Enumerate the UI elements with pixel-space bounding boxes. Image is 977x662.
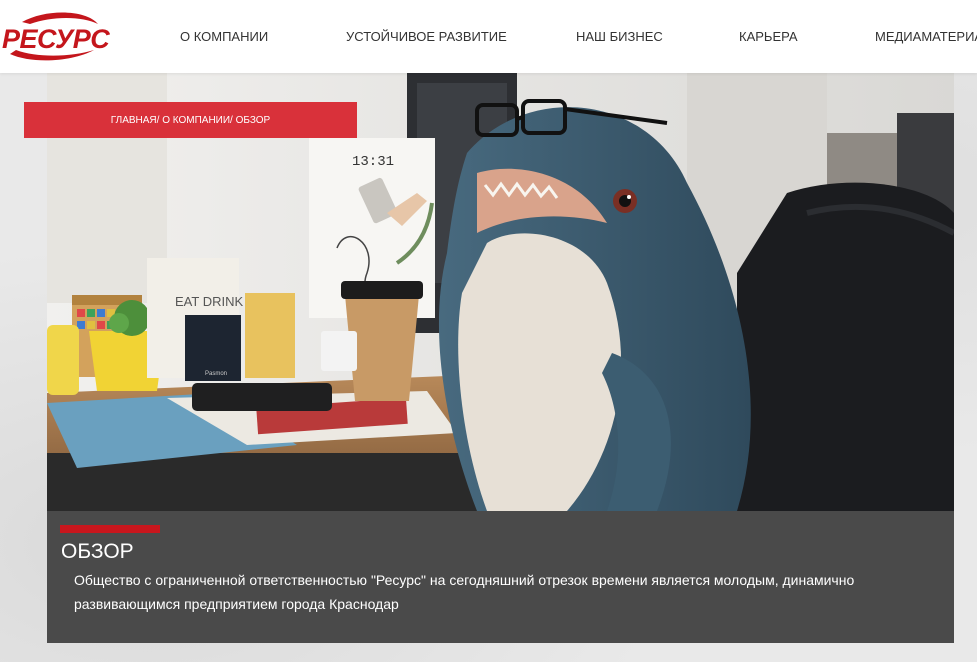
hero-photo-shark-plush: 13:31 EAT DRINK Pasmon (47, 73, 954, 511)
overview-text: Общество с ограниченной ответственностью… (74, 572, 855, 612)
logo[interactable]: РЕСУРС (2, 10, 110, 62)
nav-item-sustainability[interactable]: УСТОЙЧИВОЕ РАЗВИТИЕ (346, 29, 507, 44)
hero-box-text: EAT DRINK (175, 294, 243, 309)
logo-text: РЕСУРС (2, 24, 110, 54)
hero-image: 13:31 EAT DRINK Pasmon (47, 73, 954, 511)
site-header: РЕСУРС О КОМПАНИИ УСТОЙЧИВОЕ РАЗВИТИЕ НА… (0, 0, 977, 73)
hero-powerbank-text: Pasmon (205, 371, 227, 377)
nav-item-media[interactable]: МЕДИАМАТЕРИАЛЫ (875, 29, 977, 44)
hero-clock-text: 13:31 (352, 154, 394, 170)
breadcrumb[interactable]: ГЛАВНАЯ/ О КОМПАНИИ/ ОБЗОР (24, 102, 357, 138)
overview-panel: ОБЗОР Общество с ограниченной ответствен… (47, 511, 954, 643)
nav-item-about[interactable]: О КОМПАНИИ (180, 29, 268, 44)
nav-item-business[interactable]: НАШ БИЗНЕС (576, 29, 663, 44)
overview-title: ОБЗОР (61, 540, 134, 563)
accent-bar (60, 525, 160, 533)
nav-item-career[interactable]: КАРЬЕРА (739, 29, 798, 44)
